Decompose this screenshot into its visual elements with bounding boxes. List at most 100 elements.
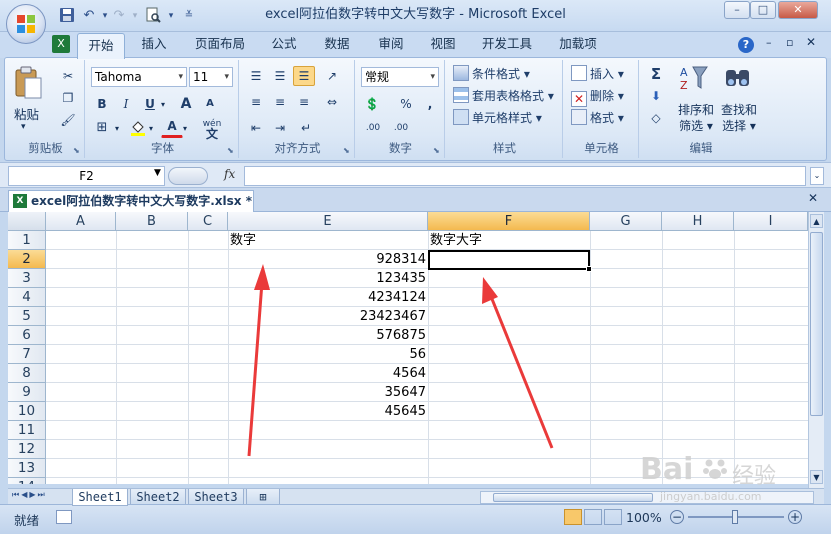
sheet-tab-1[interactable]: Sheet1 [72,489,128,506]
insert-cells-button[interactable]: 插入 ▾ [571,64,624,84]
align-top-icon[interactable]: ☰ [245,66,267,86]
merge-center-icon[interactable]: ⇔ [321,92,343,112]
autosum-button[interactable]: Σ [645,64,667,84]
zoom-in-icon[interactable]: + [788,510,802,524]
align-right-icon[interactable]: ≡ [293,92,315,112]
scroll-down-icon[interactable]: ▼ [810,470,823,484]
format-painter-icon[interactable]: 🖌 [57,110,79,130]
font-color-dropdown-icon[interactable]: ▾ [183,124,187,133]
office-button[interactable] [6,4,46,44]
phonetic-guide-button[interactable]: wén 文 [197,118,227,140]
alignment-launcher-icon[interactable]: ⬊ [343,146,352,155]
paste-button[interactable]: 粘贴 [14,104,39,123]
minimize-button[interactable]: – [724,1,750,19]
border-icon[interactable]: ⊞ [91,118,113,138]
copy-icon[interactable]: ❐ [57,88,79,108]
number-format-select[interactable]: 常规 [361,67,439,87]
font-launcher-icon[interactable]: ⬊ [227,146,236,155]
clipboard-launcher-icon[interactable]: ⬊ [73,146,82,155]
decrease-indent-icon[interactable]: ⇤ [245,118,267,138]
font-name-select[interactable]: Tahoma [91,67,187,87]
workbook-close-icon[interactable]: ✕ [806,35,816,49]
bold-button[interactable]: B [91,94,113,114]
page-layout-view-icon[interactable] [584,509,602,525]
number-launcher-icon[interactable]: ⬊ [433,146,442,155]
scroll-up-icon[interactable]: ▲ [810,214,823,228]
fill-color-icon[interactable] [127,118,149,138]
tab-addins[interactable]: 加载项 [550,32,606,58]
insert-function-button[interactable]: fx [224,167,235,181]
fill-color-dropdown-icon[interactable]: ▾ [149,124,153,133]
formula-bar-expand-icon[interactable]: ⌄ [810,167,824,185]
shrink-font-button[interactable]: A [199,94,221,114]
underline-dropdown-icon[interactable]: ▾ [161,100,165,109]
maximize-button[interactable]: □ [750,1,776,19]
grow-font-button[interactable]: A [175,94,197,114]
delete-cells-button[interactable]: ✕ 删除 ▾ [571,86,624,107]
italic-button[interactable]: I [115,94,137,114]
ribbon-restore-icon[interactable]: ▫ [786,36,793,49]
wrap-text-icon[interactable]: ↵ [295,118,317,138]
increase-decimal-button[interactable]: .00 [361,118,385,138]
name-box-dropdown-icon[interactable]: ▼ [154,168,161,178]
align-center-icon[interactable]: ≡ [269,92,291,112]
print-preview-icon[interactable] [144,7,162,25]
horizontal-scroll-thumb[interactable] [493,493,653,502]
align-left-icon[interactable]: ≡ [245,92,267,112]
vertical-scroll-thumb[interactable] [810,232,823,416]
decrease-decimal-button[interactable]: .00 [389,118,413,138]
zoom-out-icon[interactable]: − [670,510,684,524]
normal-view-icon[interactable] [564,509,582,525]
cut-icon[interactable]: ✂ [57,66,79,86]
underline-button[interactable]: U [139,94,161,114]
align-bottom-icon[interactable]: ☰ [293,66,315,86]
macro-record-icon[interactable] [56,510,72,524]
border-dropdown-icon[interactable]: ▾ [115,124,119,133]
page-break-view-icon[interactable] [604,509,622,525]
help-icon[interactable]: ? [738,37,754,53]
sort-filter-button[interactable]: 排序和 筛选 ▾ [677,102,715,134]
workbook-tab[interactable]: X excel阿拉伯数字转中文大写数字.xlsx * [8,190,254,212]
increase-indent-icon[interactable]: ⇥ [269,118,291,138]
tab-view[interactable]: 视图 [420,32,466,58]
format-cells-button[interactable]: 格式 ▾ [571,108,624,128]
sort-filter-icon[interactable]: AZ [679,64,709,92]
tab-developer[interactable]: 开发工具 [474,32,540,58]
tab-home[interactable]: 开始 [77,33,125,59]
find-select-button[interactable]: 查找和 选择 ▾ [719,102,759,134]
format-as-table-button[interactable]: 套用表格格式 ▾ [453,86,554,106]
comma-button[interactable]: , [419,94,441,114]
fill-icon[interactable]: ⬇ [645,86,667,106]
sheet-nav-icons[interactable]: ⏮◀▶⏭ [12,490,47,500]
tab-formulas[interactable]: 公式 [262,32,306,58]
formula-expand-handle[interactable] [168,167,208,185]
worksheet-grid[interactable]: A B C E F G H I 1 2 3 4 5 6 7 8 9 10 11 … [8,212,808,484]
font-color-button[interactable]: A [161,118,183,138]
customize-qat-icon[interactable]: ≚ [180,7,198,25]
formula-input[interactable] [244,166,806,186]
conditional-format-button[interactable]: 条件格式 ▾ [453,64,530,84]
paste-dropdown-icon[interactable]: ▾ [21,122,26,132]
zoom-level[interactable]: 100% [626,510,662,525]
name-box[interactable]: F2 [8,166,165,186]
workbook-tab-close-icon[interactable]: ✕ [808,191,818,205]
accounting-format-icon[interactable]: 💲 [361,94,383,114]
align-middle-icon[interactable]: ☰ [269,66,291,86]
tab-review[interactable]: 审阅 [368,32,414,58]
find-select-icon[interactable] [723,64,753,92]
close-window-button[interactable]: ✕ [778,1,818,19]
tab-data[interactable]: 数据 [314,32,360,58]
tab-page-layout[interactable]: 页面布局 [188,32,252,58]
cell-styles-button[interactable]: 单元格样式 ▾ [453,108,542,128]
zoom-slider-thumb[interactable] [732,510,738,524]
font-size-select[interactable]: 11 [189,67,233,87]
redo-dropdown-icon[interactable]: ▾ [126,7,144,25]
vertical-scrollbar[interactable]: ▲ ▼ [808,212,824,488]
qat-dropdown-icon[interactable]: ▾ [162,7,180,25]
ribbon-minimize-icon[interactable]: – [766,36,772,49]
text-orientation-icon[interactable]: ↗ [321,66,343,86]
tab-insert[interactable]: 插入 [130,32,178,58]
clear-icon[interactable]: ◇ [645,108,667,128]
save-icon[interactable] [58,7,76,25]
percent-button[interactable]: % [395,94,417,114]
